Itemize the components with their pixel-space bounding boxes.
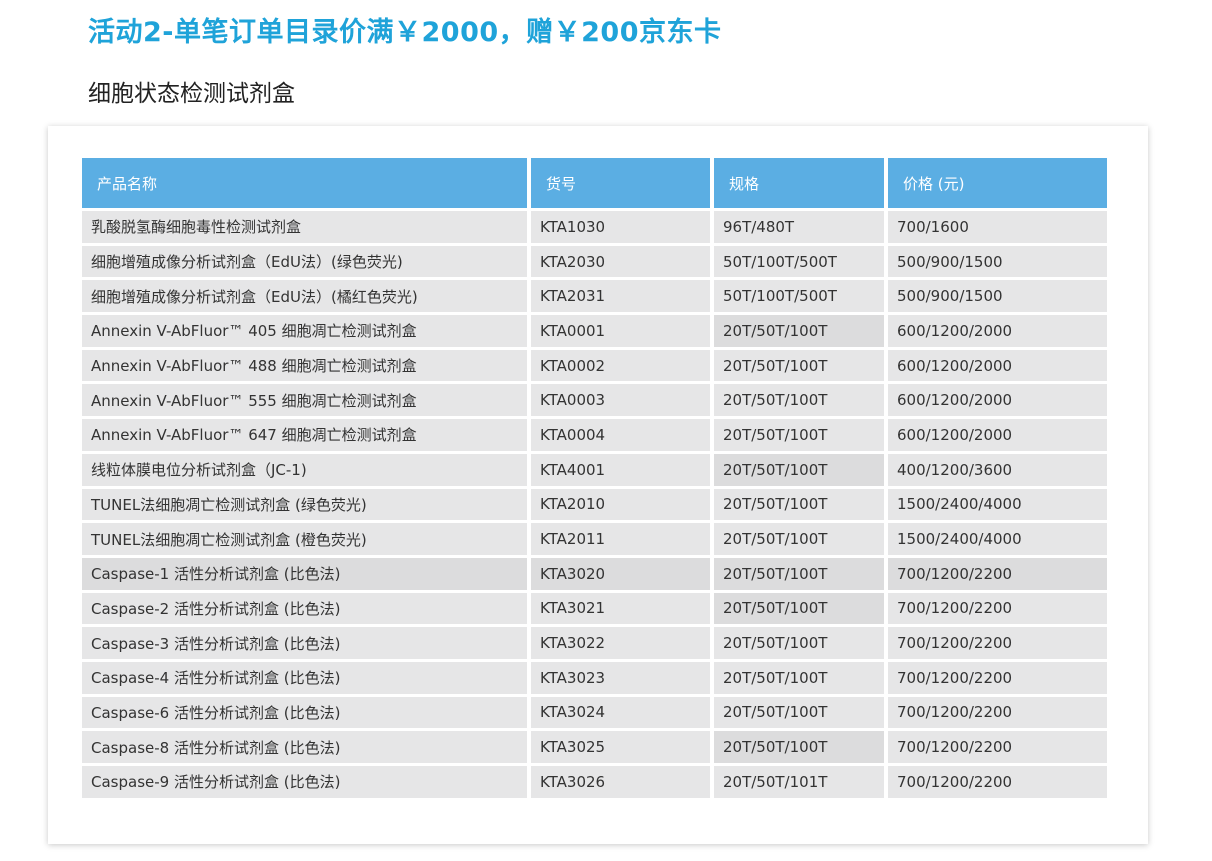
product-name-cell: Caspase-8 活性分析试剂盒 (比色法) bbox=[82, 731, 527, 763]
price-cell: 400/1200/3600 bbox=[888, 453, 1107, 486]
product-name-cell: Annexin V-AbFluor™ 647 细胞凋亡检测试剂盒 bbox=[82, 419, 527, 451]
product-name-cell: Caspase-6 活性分析试剂盒 (比色法) bbox=[82, 696, 527, 729]
table-body: 乳酸脱氢酶细胞毒性检测试剂盒 KTA1030 96T/480T 700/1600 细胞增… bbox=[82, 211, 1107, 798]
table-row: 线粒体膜电位分析试剂盒（JC-1) KTA4001 20T/50T/100T 400/… bbox=[82, 453, 1107, 486]
specification-cell: 20T/50T/100T bbox=[714, 627, 884, 659]
product-name-cell: Caspase-4 活性分析试剂盒 (比色法) bbox=[82, 661, 527, 694]
table-row: Annexin V-AbFluor™ 405 细胞凋亡检测试剂盒 KTA0001 2… bbox=[82, 315, 1107, 347]
price-cell: 700/1200/2200 bbox=[888, 661, 1107, 694]
specification-cell: 20T/50T/100T bbox=[714, 453, 884, 486]
product-name-cell: Annexin V-AbFluor™ 488 细胞凋亡检测试剂盒 bbox=[82, 349, 527, 382]
header-price: 价格 (元) bbox=[888, 158, 1107, 208]
price-cell: 700/1200/2200 bbox=[888, 627, 1107, 659]
table-row: Annexin V-AbFluor™ 647 细胞凋亡检测试剂盒 KTA0004 2… bbox=[82, 419, 1107, 451]
product-name-cell: Caspase-9 活性分析试剂盒 (比色法) bbox=[82, 766, 527, 798]
product-name-cell: 线粒体膜电位分析试剂盒（JC-1) bbox=[82, 453, 527, 486]
table-header-row: 产品名称 货号 规格 价格 (元) bbox=[82, 158, 1107, 208]
catalog-number-cell: KTA0004 bbox=[531, 419, 710, 451]
table-row: Caspase-6 活性分析试剂盒 (比色法) KTA3024 20T/50T/10… bbox=[82, 696, 1107, 729]
catalog-number-cell: KTA3022 bbox=[531, 627, 710, 659]
specification-cell: 20T/50T/101T bbox=[714, 766, 884, 798]
catalog-number-cell: KTA2030 bbox=[531, 245, 710, 278]
table-row: Caspase-2 活性分析试剂盒 (比色法) KTA3021 20T/50T/10… bbox=[82, 592, 1107, 625]
catalog-number-cell: KTA2031 bbox=[531, 280, 710, 313]
product-table: 产品名称 货号 规格 价格 (元) 乳酸脱氢酶细胞毒性检测试剂盒 KTA1030 9… bbox=[78, 155, 1111, 801]
specification-cell: 96T/480T bbox=[714, 211, 884, 243]
product-name-cell: Annexin V-AbFluor™ 555 细胞凋亡检测试剂盒 bbox=[82, 384, 527, 417]
price-cell: 500/900/1500 bbox=[888, 245, 1107, 278]
header-specification: 规格 bbox=[714, 158, 884, 208]
product-name-cell: 细胞增殖成像分析试剂盒（EdU法）(橘红色荧光) bbox=[82, 280, 527, 313]
specification-cell: 20T/50T/100T bbox=[714, 488, 884, 521]
catalog-number-cell: KTA4001 bbox=[531, 453, 710, 486]
price-cell: 700/1200/2200 bbox=[888, 766, 1107, 798]
price-cell: 600/1200/2000 bbox=[888, 419, 1107, 451]
section-title: 细胞状态检测试剂盒 bbox=[88, 81, 295, 107]
catalog-number-cell: KTA3020 bbox=[531, 557, 710, 590]
catalog-number-cell: KTA0002 bbox=[531, 349, 710, 382]
table-row: Caspase-1 活性分析试剂盒 (比色法) KTA3020 20T/50T/10… bbox=[82, 557, 1107, 590]
table-row: TUNEL法细胞凋亡检测试剂盒 (橙色荧光) KTA2011 20T/50T/100… bbox=[82, 523, 1107, 555]
specification-cell: 20T/50T/100T bbox=[714, 349, 884, 382]
price-cell: 700/1200/2200 bbox=[888, 592, 1107, 625]
product-name-cell: Annexin V-AbFluor™ 405 细胞凋亡检测试剂盒 bbox=[82, 315, 527, 347]
specification-cell: 50T/100T/500T bbox=[714, 280, 884, 313]
table-row: Caspase-8 活性分析试剂盒 (比色法) KTA3025 20T/50T/10… bbox=[82, 731, 1107, 763]
catalog-number-cell: KTA2010 bbox=[531, 488, 710, 521]
header-product-name: 产品名称 bbox=[82, 158, 527, 208]
product-name-cell: TUNEL法细胞凋亡检测试剂盒 (橙色荧光) bbox=[82, 523, 527, 555]
specification-cell: 20T/50T/100T bbox=[714, 592, 884, 625]
catalog-number-cell: KTA3025 bbox=[531, 731, 710, 763]
specification-cell: 20T/50T/100T bbox=[714, 731, 884, 763]
catalog-number-cell: KTA3024 bbox=[531, 696, 710, 729]
specification-cell: 50T/100T/500T bbox=[714, 245, 884, 278]
product-name-cell: 细胞增殖成像分析试剂盒（EdU法）(绿色荧光) bbox=[82, 245, 527, 278]
price-cell: 700/1200/2200 bbox=[888, 696, 1107, 729]
price-cell: 700/1600 bbox=[888, 211, 1107, 243]
product-name-cell: Caspase-1 活性分析试剂盒 (比色法) bbox=[82, 557, 527, 590]
table-header: 产品名称 货号 规格 价格 (元) bbox=[82, 158, 1107, 208]
table-row: Caspase-9 活性分析试剂盒 (比色法) KTA3026 20T/50T/10… bbox=[82, 766, 1107, 798]
product-name-cell: TUNEL法细胞凋亡检测试剂盒 (绿色荧光) bbox=[82, 488, 527, 521]
product-name-cell: Caspase-2 活性分析试剂盒 (比色法) bbox=[82, 592, 527, 625]
price-cell: 500/900/1500 bbox=[888, 280, 1107, 313]
table-row: Annexin V-AbFluor™ 555 细胞凋亡检测试剂盒 KTA0003 2… bbox=[82, 384, 1107, 417]
table-row: Caspase-4 活性分析试剂盒 (比色法) KTA3023 20T/50T/10… bbox=[82, 661, 1107, 694]
catalog-number-cell: KTA1030 bbox=[531, 211, 710, 243]
price-cell: 700/1200/2200 bbox=[888, 557, 1107, 590]
price-cell: 600/1200/2000 bbox=[888, 315, 1107, 347]
catalog-number-cell: KTA3023 bbox=[531, 661, 710, 694]
catalog-number-cell: KTA3021 bbox=[531, 592, 710, 625]
specification-cell: 20T/50T/100T bbox=[714, 384, 884, 417]
table-row: 细胞增殖成像分析试剂盒（EdU法）(绿色荧光) KTA2030 50T/100T/5… bbox=[82, 245, 1107, 278]
header-catalog-number: 货号 bbox=[531, 158, 710, 208]
specification-cell: 20T/50T/100T bbox=[714, 696, 884, 729]
product-name-cell: 乳酸脱氢酶细胞毒性检测试剂盒 bbox=[82, 211, 527, 243]
catalog-number-cell: KTA2011 bbox=[531, 523, 710, 555]
table-row: 乳酸脱氢酶细胞毒性检测试剂盒 KTA1030 96T/480T 700/1600 bbox=[82, 211, 1107, 243]
specification-cell: 20T/50T/100T bbox=[714, 315, 884, 347]
promo-title: 活动2-单笔订单目录价满￥2000，赠￥200京东卡 bbox=[88, 17, 722, 48]
price-cell: 1500/2400/4000 bbox=[888, 523, 1107, 555]
product-name-cell: Caspase-3 活性分析试剂盒 (比色法) bbox=[82, 627, 527, 659]
price-cell: 700/1200/2200 bbox=[888, 731, 1107, 763]
catalog-number-cell: KTA0003 bbox=[531, 384, 710, 417]
specification-cell: 20T/50T/100T bbox=[714, 557, 884, 590]
specification-cell: 20T/50T/100T bbox=[714, 523, 884, 555]
table-row: Annexin V-AbFluor™ 488 细胞凋亡检测试剂盒 KTA0002 2… bbox=[82, 349, 1107, 382]
catalog-number-cell: KTA3026 bbox=[531, 766, 710, 798]
catalog-number-cell: KTA0001 bbox=[531, 315, 710, 347]
table-row: TUNEL法细胞凋亡检测试剂盒 (绿色荧光) KTA2010 20T/50T/100… bbox=[82, 488, 1107, 521]
table-row: 细胞增殖成像分析试剂盒（EdU法）(橘红色荧光) KTA2031 50T/100T/… bbox=[82, 280, 1107, 313]
specification-cell: 20T/50T/100T bbox=[714, 419, 884, 451]
price-cell: 600/1200/2000 bbox=[888, 349, 1107, 382]
table-row: Caspase-3 活性分析试剂盒 (比色法) KTA3022 20T/50T/10… bbox=[82, 627, 1107, 659]
product-table-card: 产品名称 货号 规格 价格 (元) 乳酸脱氢酶细胞毒性检测试剂盒 KTA1030 9… bbox=[48, 126, 1148, 844]
price-cell: 1500/2400/4000 bbox=[888, 488, 1107, 521]
price-cell: 600/1200/2000 bbox=[888, 384, 1107, 417]
specification-cell: 20T/50T/100T bbox=[714, 661, 884, 694]
